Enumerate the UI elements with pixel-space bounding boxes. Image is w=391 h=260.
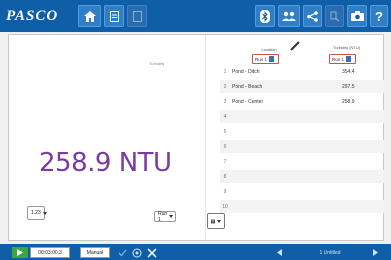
display-run-label: Run 1 (158, 210, 168, 223)
chevron-down-icon (217, 219, 221, 223)
table-row[interactable]: 9 (220, 185, 384, 198)
tool-button[interactable] (325, 5, 344, 27)
table-row[interactable]: 3 Pond - Center 258.9 (220, 95, 384, 108)
mode-select[interactable]: Manual (80, 247, 110, 258)
table-tools-button[interactable] (207, 213, 225, 229)
chevron-left-icon (276, 249, 282, 256)
chevron-down-icon (169, 215, 174, 218)
turbidity-cell[interactable]: 297.5 (332, 84, 382, 90)
location-cell[interactable]: Pond - Beach (230, 84, 332, 90)
check-button[interactable] (116, 247, 128, 258)
pencil-icon[interactable] (290, 41, 300, 51)
row-number: 3 (223, 98, 227, 105)
next-page-button[interactable] (368, 247, 382, 258)
turbidity-cell[interactable]: 354.4 (332, 69, 382, 75)
chevron-right-icon (372, 249, 378, 256)
location-run-label: Run 1 (255, 56, 268, 62)
column-header-location: Location (261, 47, 277, 52)
home-icon (83, 10, 96, 22)
people-icon (282, 11, 296, 21)
document-button-2[interactable] (127, 5, 147, 27)
table-row[interactable]: 1 Pond - Ditch 354.4 (220, 65, 384, 78)
workbook-page: Turbidity 258.9 NTU 1.23 Run 1 Location … (8, 34, 384, 241)
table-row[interactable]: 8 (220, 170, 384, 183)
people-button[interactable] (278, 5, 300, 27)
scale-label: 1.23 (31, 210, 41, 216)
keep-button[interactable] (131, 247, 143, 258)
record-button[interactable] (12, 247, 28, 258)
camera-icon (350, 11, 364, 21)
digits-display-value: 258.9 NTU (39, 148, 172, 178)
turbidity-run-label: Run 1 (332, 56, 345, 62)
turbidity-run-select[interactable]: Run 1 (329, 54, 356, 64)
camera-button[interactable] (347, 5, 367, 27)
row-number: 8 (223, 173, 227, 180)
chevron-down-icon (346, 56, 352, 62)
play-icon (17, 249, 23, 256)
pasco-logo: PASCO (6, 8, 59, 24)
previous-page-button[interactable] (272, 247, 286, 258)
table-icon (211, 219, 215, 223)
row-number: 2 (223, 83, 227, 90)
display-run-select[interactable]: Run 1 (154, 210, 176, 223)
tools-button[interactable] (146, 247, 158, 258)
table-row[interactable]: 5 (220, 125, 384, 138)
table-row[interactable]: 10 (220, 200, 384, 213)
bottom-control-bar: 00:03:00.3 Manual 1 Untitled (0, 244, 391, 260)
turbidity-cell[interactable]: 258.9 (332, 99, 382, 105)
row-number: 7 (223, 158, 227, 165)
table-row[interactable]: 7 (220, 155, 384, 168)
column-header-turbidity: Turbidity (NTU) (332, 45, 361, 50)
location-cell[interactable]: Pond - Center (230, 99, 332, 105)
row-number: 10 (222, 203, 228, 210)
help-button[interactable]: ? (370, 5, 388, 27)
location-run-select[interactable]: Run 1 (252, 54, 279, 64)
top-toolbar: PASCO ? (0, 0, 391, 32)
row-number: 9 (223, 188, 227, 195)
share-icon (307, 10, 318, 22)
tool-icon (330, 11, 339, 22)
target-icon (132, 248, 142, 257)
document-icon (132, 10, 142, 22)
digits-display-label: Turbidity (149, 61, 165, 66)
table-row[interactable]: 2 Pond - Beach 297.5 (220, 80, 384, 93)
bluetooth-icon (260, 9, 270, 23)
share-button[interactable] (303, 5, 322, 27)
document-icon (109, 10, 119, 22)
pane-divider (205, 35, 206, 240)
home-button[interactable] (78, 5, 101, 27)
cross-tools-icon (147, 247, 157, 258)
chevron-down-icon (269, 56, 275, 62)
row-number: 5 (223, 128, 227, 135)
location-cell[interactable]: Pond - Ditch (230, 69, 332, 75)
bluetooth-button[interactable] (255, 5, 275, 27)
table-row[interactable]: 6 (220, 140, 384, 153)
timer-display: 00:03:00.3 (30, 247, 70, 258)
row-number: 1 (223, 68, 227, 75)
document-button[interactable] (104, 5, 124, 27)
row-number: 4 (223, 113, 227, 120)
page-indicator[interactable]: 1 Untitled (300, 247, 360, 258)
row-number: 6 (223, 143, 227, 150)
table-row[interactable]: 4 (220, 110, 384, 123)
scale-button[interactable]: 1.23 (27, 206, 47, 220)
check-icon (118, 249, 127, 256)
chevron-down-icon (42, 211, 47, 215)
